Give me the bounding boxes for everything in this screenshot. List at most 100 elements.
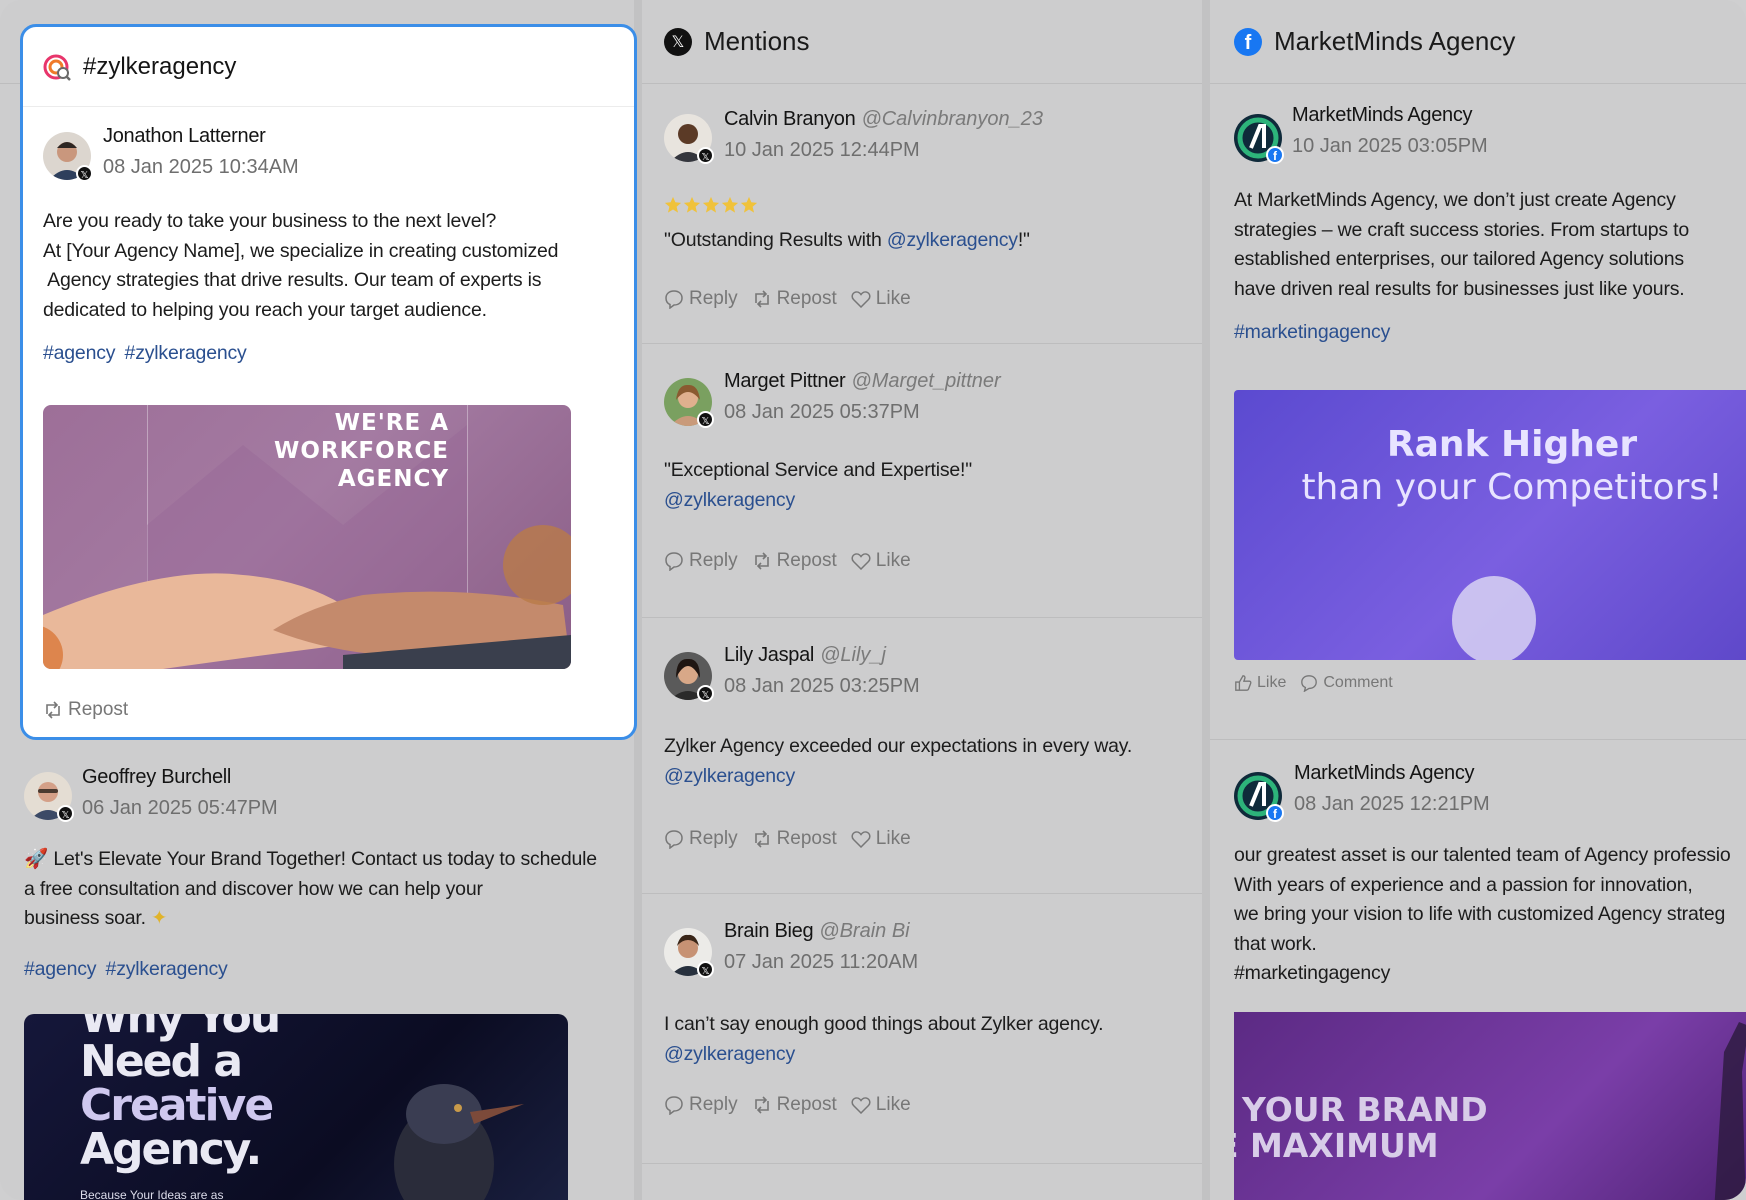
x-logo-icon: 𝕏 xyxy=(697,685,714,702)
author-name[interactable]: Marget Pittner xyxy=(724,370,846,392)
mention-link[interactable]: @zylkeragency xyxy=(664,486,972,516)
reply-button[interactable]: Reply xyxy=(664,288,738,310)
column-title: MarketMinds Agency xyxy=(1274,26,1516,56)
facebook-post[interactable]: f MarketMinds Agency 08 Jan 2025 12:21PM… xyxy=(1210,740,1746,1200)
like-icon xyxy=(851,553,871,570)
image-caption: than your Competitors! xyxy=(1301,467,1723,508)
repost-button[interactable]: Repost xyxy=(752,288,837,310)
star-icon xyxy=(664,196,682,213)
x-logo-icon: 𝕏 xyxy=(697,411,714,428)
author-name[interactable]: Calvin Branyon xyxy=(724,108,856,130)
author-handle[interactable]: @Marget_pittner xyxy=(851,370,1000,392)
like-button[interactable]: Like xyxy=(1234,674,1286,692)
repost-icon xyxy=(754,830,769,848)
author-name[interactable]: MarketMinds Agency xyxy=(1294,762,1490,785)
author-name[interactable]: Lily Jaspal xyxy=(724,644,814,666)
like-button[interactable]: Like xyxy=(851,550,911,572)
image-subcaption: Because Your Ideas are as xyxy=(80,1188,224,1200)
post-image[interactable]: Rank Higher than your Competitors! xyxy=(1234,390,1746,660)
hashtag-link[interactable]: #zylkeragency xyxy=(125,342,247,364)
x-logo-icon: 𝕏 xyxy=(697,961,714,978)
rocket-icon: 🚀 xyxy=(24,848,49,870)
like-icon xyxy=(851,291,871,308)
image-caption: E MAXIMUM xyxy=(1234,1126,1439,1165)
lightbulb-illustration xyxy=(1452,576,1536,660)
repost-button[interactable]: Repost xyxy=(43,699,128,721)
thumbs-up-icon xyxy=(1235,675,1252,691)
image-caption: AGENCY xyxy=(337,466,449,492)
hashtag-link[interactable]: #agency xyxy=(24,958,97,980)
x-logo-icon: 𝕏 xyxy=(57,805,74,822)
reply-button[interactable]: Reply xyxy=(664,550,738,572)
reply-button[interactable]: Reply xyxy=(664,828,738,850)
column-header: f MarketMinds Agency xyxy=(1210,0,1746,84)
post-body: Zylker Agency exceeded our expectations … xyxy=(664,732,1132,791)
avatar[interactable]: 𝕏 xyxy=(664,928,714,978)
reply-icon xyxy=(665,1096,683,1115)
image-caption: WE'RE A xyxy=(334,410,449,436)
author-name[interactable]: Jonathon Latterner xyxy=(103,125,299,148)
highlighted-hashtag-card[interactable]: #zylkeragency 𝕏 Jonathon Latterner 08 Ja… xyxy=(20,24,637,740)
social-dashboard: 𝕏 Geoffrey Burchell 06 Jan 2025 05:47PM … xyxy=(0,0,1746,1200)
stream-post[interactable]: 𝕏 Geoffrey Burchell 06 Jan 2025 05:47PM … xyxy=(0,742,634,1200)
page-avatar[interactable]: f xyxy=(1234,114,1284,164)
avatar[interactable]: 𝕏 xyxy=(664,378,714,428)
mention-link[interactable]: @zylkeragency xyxy=(887,229,1018,251)
author-handle[interactable]: @Lily_j xyxy=(820,644,886,666)
author-name[interactable]: Geoffrey Burchell xyxy=(82,766,278,789)
author-handle[interactable]: @Brain Bi xyxy=(819,920,909,942)
mention-link[interactable]: @zylkeragency xyxy=(664,762,1132,792)
page-avatar[interactable]: f xyxy=(1234,772,1284,822)
post-body: Are you ready to take your business to t… xyxy=(43,210,559,321)
star-icon xyxy=(740,196,758,213)
facebook-post[interactable]: f MarketMinds Agency 10 Jan 2025 03:05PM… xyxy=(1210,84,1746,740)
post-body: our greatest asset is our talented team … xyxy=(1234,844,1731,984)
repost-button[interactable]: Repost xyxy=(752,1094,837,1116)
penguin-illustration xyxy=(394,1084,524,1200)
x-logo-icon: 𝕏 xyxy=(697,147,714,164)
column-mentions: 𝕏 Mentions 𝕏 Calvin Branyon @Calvinbranyo… xyxy=(642,0,1202,1200)
mention-post[interactable]: 𝕏 Calvin Branyon @Calvinbranyon_23 10 Jan… xyxy=(642,84,1202,344)
like-button[interactable]: Like xyxy=(851,828,911,850)
hashtag-link[interactable]: #zylkeragency xyxy=(106,958,228,980)
avatar[interactable]: 𝕏 xyxy=(664,114,714,164)
card-title: #zylkeragency xyxy=(83,52,237,80)
post-image[interactable]: Why You Need a Creative Agency. Because … xyxy=(24,1014,568,1200)
image-caption: Agency. xyxy=(80,1124,262,1175)
like-icon xyxy=(851,831,871,848)
post-date: 07 Jan 2025 11:20AM xyxy=(724,951,919,973)
column-divider xyxy=(1202,0,1210,1200)
reply-icon xyxy=(665,552,683,571)
x-logo-icon: 𝕏 xyxy=(76,165,93,182)
post-body: "Outstanding Results with @zylkeragency!… xyxy=(664,229,1030,251)
reply-icon xyxy=(665,830,683,849)
reply-button[interactable]: Reply xyxy=(664,1094,738,1116)
mention-link[interactable]: @zylkeragency xyxy=(664,1040,1103,1070)
post-actions: Repost xyxy=(43,699,142,721)
author-name[interactable]: Brain Bieg xyxy=(724,920,814,942)
mention-post[interactable]: 𝕏 Marget Pittner @Marget_pittner 08 Jan 2… xyxy=(642,344,1202,618)
post-image[interactable]: YOUR BRAND E MAXIMUM xyxy=(1234,1012,1746,1200)
avatar[interactable]: 𝕏 xyxy=(664,652,714,702)
like-button[interactable]: Like xyxy=(851,288,911,310)
like-button[interactable]: Like xyxy=(851,1094,911,1116)
star-icon xyxy=(683,196,701,213)
post-date: 08 Jan 2025 03:25PM xyxy=(724,675,920,697)
like-icon xyxy=(851,1097,871,1114)
post-image[interactable]: WE'RE A WORKFORCE AGENCY xyxy=(43,405,571,669)
repost-button[interactable]: Repost xyxy=(752,828,837,850)
repost-button[interactable]: Repost xyxy=(752,550,837,572)
star-icon xyxy=(721,196,739,213)
comment-button[interactable]: Comment xyxy=(1300,674,1393,692)
hashtag-link[interactable]: #marketingagency xyxy=(1234,318,1390,348)
author-handle[interactable]: @Calvinbranyon_23 xyxy=(861,108,1043,130)
repost-icon xyxy=(754,552,769,570)
column-title: Mentions xyxy=(704,26,810,56)
post-body: At MarketMinds Agency, we don’t just cre… xyxy=(1234,189,1689,300)
mention-post[interactable]: 𝕏 Brain Bieg @Brain Bi 07 Jan 2025 11:20A… xyxy=(642,894,1202,1164)
hashtag-link[interactable]: #agency xyxy=(43,342,116,364)
mention-post[interactable]: 𝕏 Lily Jaspal @Lily_j 08 Jan 2025 03:25PM… xyxy=(642,618,1202,894)
avatar[interactable]: 𝕏 xyxy=(24,772,74,822)
author-name[interactable]: MarketMinds Agency xyxy=(1292,104,1488,127)
avatar[interactable]: 𝕏 xyxy=(43,132,93,182)
